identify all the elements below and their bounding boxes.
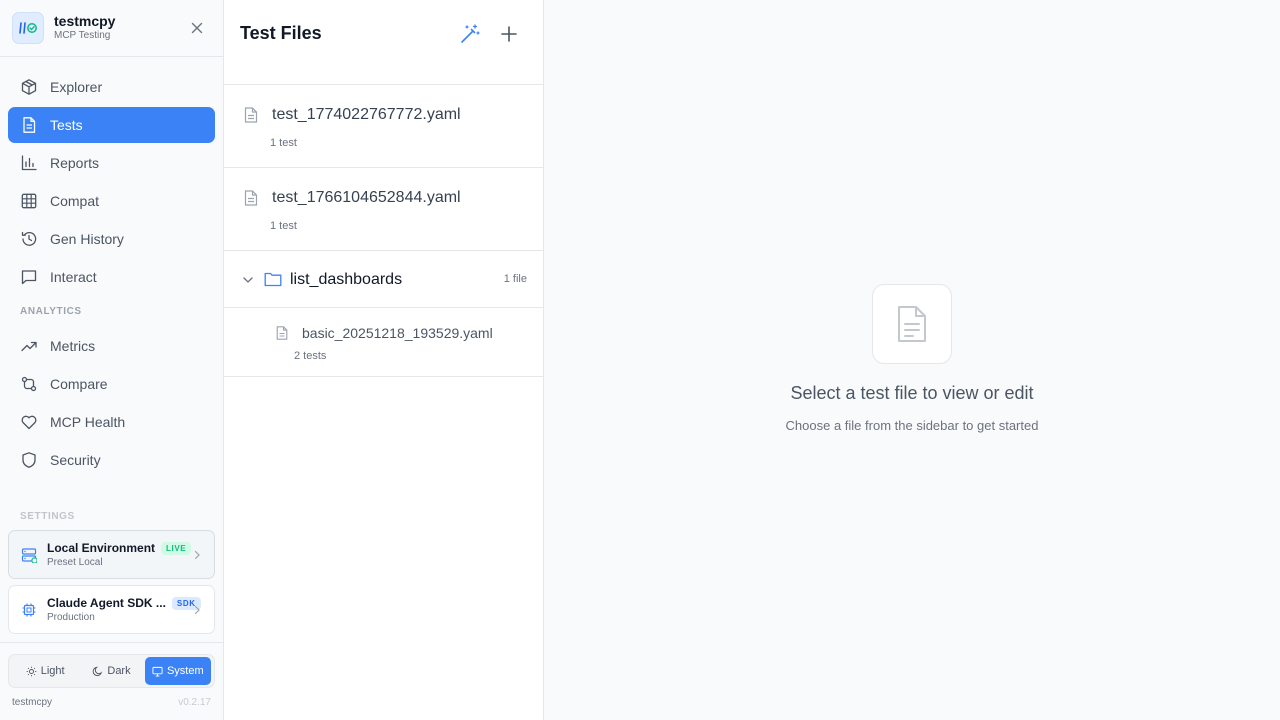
- empty-state-subtitle: Choose a file from the sidebar to get st…: [785, 418, 1039, 433]
- nav-item-metrics[interactable]: Metrics: [8, 328, 215, 364]
- nav-item-interact[interactable]: Interact: [8, 259, 215, 295]
- cube-icon: [21, 79, 37, 95]
- theme-system-label: System: [166, 665, 204, 677]
- chat-icon: [21, 270, 37, 285]
- monitor-icon: [152, 666, 163, 677]
- shield-icon: [22, 452, 36, 468]
- environment-card-local[interactable]: Local Environment LIVE Preset Local: [8, 530, 215, 579]
- brand-subtitle: MCP Testing: [54, 30, 111, 41]
- nav-label: Security: [50, 452, 101, 468]
- folder-file-count: 1 file: [503, 273, 527, 285]
- chevron-down-icon[interactable]: [242, 274, 254, 286]
- nav-item-gen-history[interactable]: Gen History: [8, 221, 215, 257]
- file-icon: [244, 190, 258, 206]
- nav-item-explorer[interactable]: Explorer: [8, 69, 215, 105]
- chevron-right-icon: [194, 550, 200, 559]
- environment-subtitle: Production: [47, 612, 95, 623]
- theme-dark-label: Dark: [107, 665, 131, 677]
- plus-icon: [501, 26, 517, 42]
- cpu-icon: [21, 602, 37, 618]
- sidebar-footer: Light Dark System testmcpy v0.2.17: [0, 642, 223, 720]
- file-icon: [244, 107, 258, 123]
- nav-label: Explorer: [50, 79, 103, 95]
- live-badge: LIVE: [161, 541, 192, 555]
- file-test-count: 1 test: [270, 220, 297, 232]
- nav-label: Gen History: [50, 231, 124, 247]
- compare-icon: [21, 376, 37, 392]
- file-test-count: 2 tests: [294, 350, 327, 362]
- nav-label: Reports: [50, 155, 100, 171]
- file-name: test_1774022767772.yaml: [272, 106, 461, 123]
- nav-label: Compare: [50, 376, 108, 392]
- test-file-item[interactable]: test_1766104652844.yaml 1 test: [224, 168, 543, 251]
- nav-label: Interact: [50, 269, 97, 285]
- sun-icon: [26, 666, 37, 676]
- analytics-section-label: ANALYTICS: [20, 306, 82, 317]
- file-test-count: 1 test: [270, 137, 297, 149]
- moon-icon: [93, 666, 103, 676]
- document-icon: [23, 117, 36, 133]
- file-name: basic_20251218_193529.yaml: [302, 325, 493, 341]
- theme-dark-button[interactable]: Dark: [78, 657, 144, 685]
- footer-app-name: testmcpy: [12, 697, 53, 708]
- folder-name: list_dashboards: [290, 271, 403, 288]
- test-file-item[interactable]: test_1774022767772.yaml 1 test: [224, 85, 543, 168]
- brand-name: testmcpy: [54, 13, 116, 29]
- panel-title: Test Files: [240, 23, 322, 43]
- files-header: Test Files: [224, 0, 543, 85]
- file-name: test_1766104652844.yaml: [272, 189, 461, 206]
- empty-state-title: Select a test file to view or edit: [790, 383, 1034, 403]
- app-logo-icon: [12, 12, 44, 44]
- main-nav: Explorer Tests Reports Compat Gen Histor…: [0, 57, 223, 478]
- generate-button[interactable]: [459, 23, 481, 45]
- folder-item[interactable]: list_dashboards 1 file: [224, 251, 543, 308]
- nav-label: Compat: [50, 193, 100, 209]
- bar-chart-icon: [21, 155, 37, 171]
- nav-item-mcp-health[interactable]: MCP Health: [8, 404, 215, 440]
- close-icon[interactable]: [189, 20, 205, 36]
- nav-label: MCP Health: [50, 414, 126, 430]
- nav-label: Tests: [50, 117, 83, 133]
- document-icon: [898, 306, 926, 342]
- nav-item-reports[interactable]: Reports: [8, 145, 215, 181]
- footer-version: v0.2.17: [178, 697, 211, 708]
- brand-header: testmcpy MCP Testing: [0, 0, 223, 57]
- grid-icon: [21, 193, 37, 209]
- environment-card-agent-sdk[interactable]: Claude Agent SDK ... SDK Production: [8, 585, 215, 634]
- nav-item-compare[interactable]: Compare: [8, 366, 215, 402]
- server-icon: [21, 547, 37, 563]
- test-file-item[interactable]: basic_20251218_193529.yaml 2 tests: [224, 308, 543, 377]
- nav-item-security[interactable]: Security: [8, 442, 215, 478]
- nav-item-tests[interactable]: Tests: [8, 107, 215, 143]
- theme-light-button[interactable]: Light: [12, 657, 78, 685]
- settings-section-label: SETTINGS: [20, 511, 75, 522]
- environment-title: Claude Agent SDK ...: [47, 596, 166, 610]
- trending-up-icon: [21, 341, 37, 352]
- add-test-file-button[interactable]: [498, 23, 520, 45]
- nav-label: Metrics: [50, 338, 96, 354]
- chevron-right-icon: [194, 605, 200, 614]
- test-files-panel: Test Files test_1774022767772.yaml 1 tes…: [224, 0, 544, 720]
- environment-subtitle: Preset Local: [47, 557, 103, 568]
- sidebar: testmcpy MCP Testing Explorer Tests Repo…: [0, 0, 224, 720]
- theme-light-label: Light: [40, 665, 65, 677]
- heart-icon: [21, 415, 37, 430]
- empty-state-illustration: [872, 284, 952, 364]
- environment-title: Local Environment: [47, 541, 156, 555]
- theme-system-button[interactable]: System: [144, 657, 211, 685]
- nav-item-compat[interactable]: Compat: [8, 183, 215, 219]
- editor-area: Select a test file to view or edit Choos…: [544, 0, 1280, 720]
- history-icon: [21, 231, 37, 246]
- theme-switcher: Light Dark System: [8, 654, 215, 688]
- folder-icon: [264, 272, 282, 287]
- file-icon: [276, 326, 288, 340]
- magic-wand-icon: [461, 24, 480, 43]
